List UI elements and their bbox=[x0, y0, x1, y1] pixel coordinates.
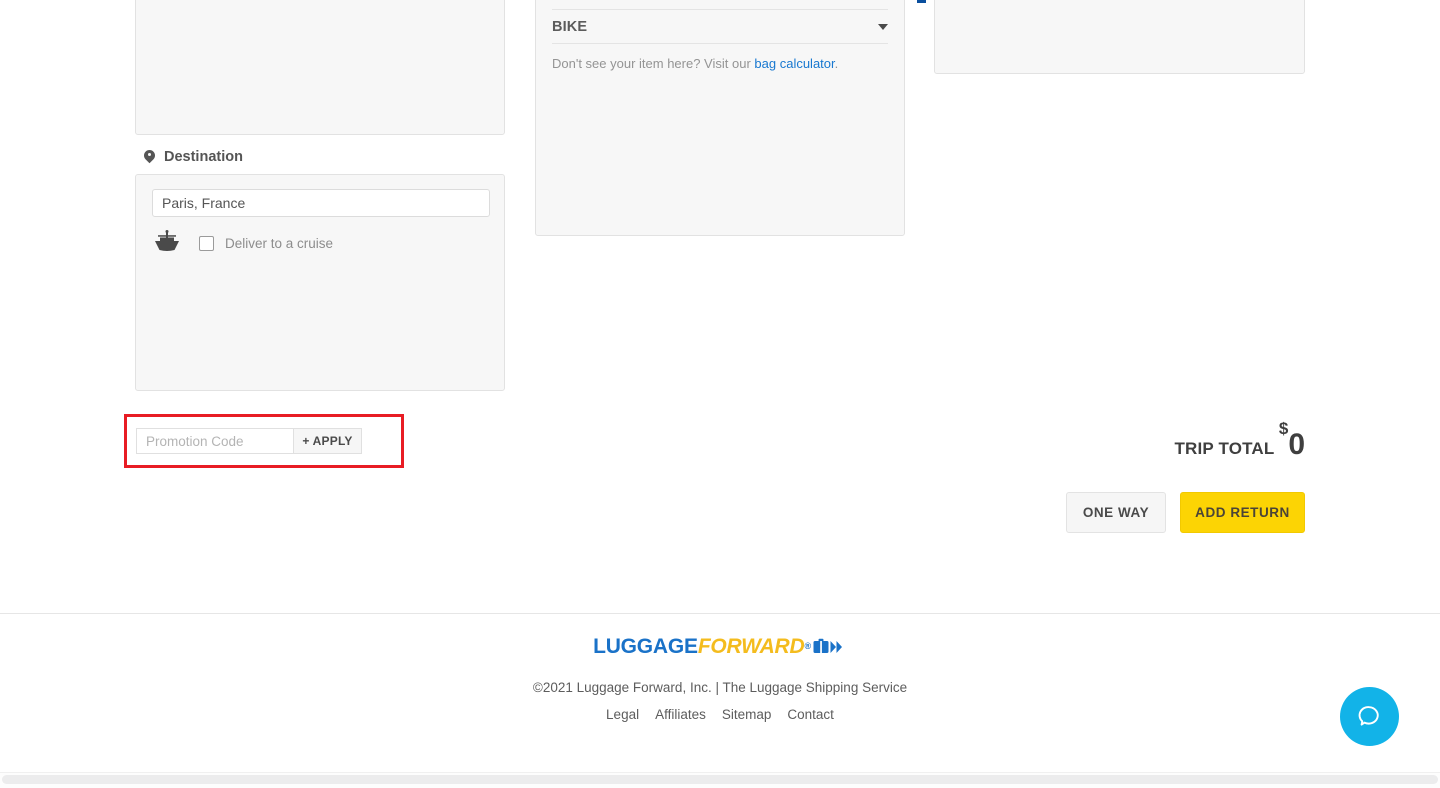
promotion-code-row: Promotion Code + APPLY bbox=[136, 428, 362, 454]
delivery-options-panel: Tue, May 11, 2021 4 business days – Pref… bbox=[917, 0, 1305, 74]
apply-promotion-label: APPLY bbox=[312, 434, 353, 448]
chat-bubble-icon bbox=[1358, 706, 1379, 726]
bag-calculator-note: Don't see your item here? Visit our bag … bbox=[552, 56, 888, 71]
destination-heading: Destination bbox=[144, 149, 505, 165]
bag-calculator-note-prefix: Don't see your item here? Visit our bbox=[552, 56, 755, 71]
suitcase-chevrons-icon bbox=[813, 638, 842, 653]
map-pin-icon bbox=[144, 150, 155, 165]
destination-panel: Paris, France Deliver to a cruise bbox=[135, 174, 505, 391]
destination-city-value: Paris, France bbox=[162, 195, 246, 211]
destination-heading-label: Destination bbox=[164, 149, 243, 165]
deliver-to-cruise-label: Deliver to a cruise bbox=[225, 236, 334, 251]
action-buttons: ONE WAY ADD RETURN bbox=[934, 492, 1305, 533]
logo-text-forward: FORWARD bbox=[697, 635, 805, 658]
currency-symbol: $ bbox=[1278, 418, 1289, 438]
trip-total-value: 0 bbox=[1288, 428, 1305, 461]
trip-total: TRIP TOTAL $0 bbox=[934, 419, 1305, 462]
footer-links: Legal Affiliates Sitemap Contact bbox=[0, 707, 1440, 722]
one-way-button[interactable]: ONE WAY bbox=[1066, 492, 1166, 533]
deliver-to-cruise-row[interactable]: Deliver to a cruise bbox=[152, 230, 488, 257]
logo-registered-mark: ® bbox=[804, 641, 811, 651]
cruise-ship-icon bbox=[152, 230, 186, 257]
logo-text-luggage: LUGGAGE bbox=[593, 635, 698, 658]
origin-destination-column: PORT Port of Canaveral (Orlando) Don't s… bbox=[135, 0, 505, 391]
horizontal-scrollbar-thumb[interactable] bbox=[2, 775, 1438, 784]
destination-city-input[interactable]: Paris, France bbox=[152, 189, 490, 217]
footer: LUGGAGE FORWARD ® ©2021 Luggage Forward, I… bbox=[0, 636, 1440, 722]
promotion-code-placeholder: Promotion Code bbox=[146, 433, 244, 449]
promotion-code-input[interactable]: Promotion Code bbox=[136, 428, 293, 454]
accordion-ski-snowboard[interactable]: SKI & SNOWBOARD bbox=[552, 0, 888, 10]
trip-total-label: TRIP TOTAL bbox=[1174, 439, 1275, 458]
chat-support-button[interactable] bbox=[1340, 687, 1399, 746]
bag-selection-panel: Standard Bag 50 lbs / 22 kg 0 $329 Overs… bbox=[535, 0, 905, 236]
footer-link-legal[interactable]: Legal bbox=[606, 707, 639, 722]
booking-page: PORT Port of Canaveral (Orlando) Don't s… bbox=[0, 0, 1440, 788]
trip-total-amount: $0 bbox=[1279, 419, 1305, 461]
accordion-ski-snowboard-label: SKI & SNOWBOARD bbox=[552, 0, 695, 1]
bag-calculator-link[interactable]: bag calculator bbox=[754, 56, 834, 71]
delivery-column: Delivery in Paris Tue, May 11, 2021 4 bu… bbox=[917, 0, 1305, 74]
footer-divider bbox=[0, 613, 1440, 614]
accordion-bike-label: BIKE bbox=[552, 18, 588, 35]
deliver-to-cruise-checkbox[interactable] bbox=[199, 236, 214, 251]
origin-panel: PORT Port of Canaveral (Orlando) Don't s… bbox=[135, 0, 505, 135]
copyright-text: ©2021 Luggage Forward, Inc. | The Luggag… bbox=[532, 680, 908, 695]
footer-link-sitemap[interactable]: Sitemap bbox=[722, 707, 772, 722]
apply-promotion-button[interactable]: + APPLY bbox=[293, 428, 362, 454]
footer-link-contact[interactable]: Contact bbox=[787, 707, 834, 722]
footer-link-affiliates[interactable]: Affiliates bbox=[655, 707, 706, 722]
selected-option-notch bbox=[917, 0, 926, 3]
bag-calculator-note-suffix: . bbox=[834, 56, 839, 71]
accordion-bike[interactable]: BIKE bbox=[552, 10, 888, 44]
chevron-down-icon bbox=[878, 23, 888, 30]
luggage-forward-logo[interactable]: LUGGAGE FORWARD ® bbox=[593, 636, 847, 657]
plus-icon: + bbox=[302, 434, 310, 448]
add-return-button[interactable]: ADD RETURN bbox=[1180, 492, 1305, 533]
